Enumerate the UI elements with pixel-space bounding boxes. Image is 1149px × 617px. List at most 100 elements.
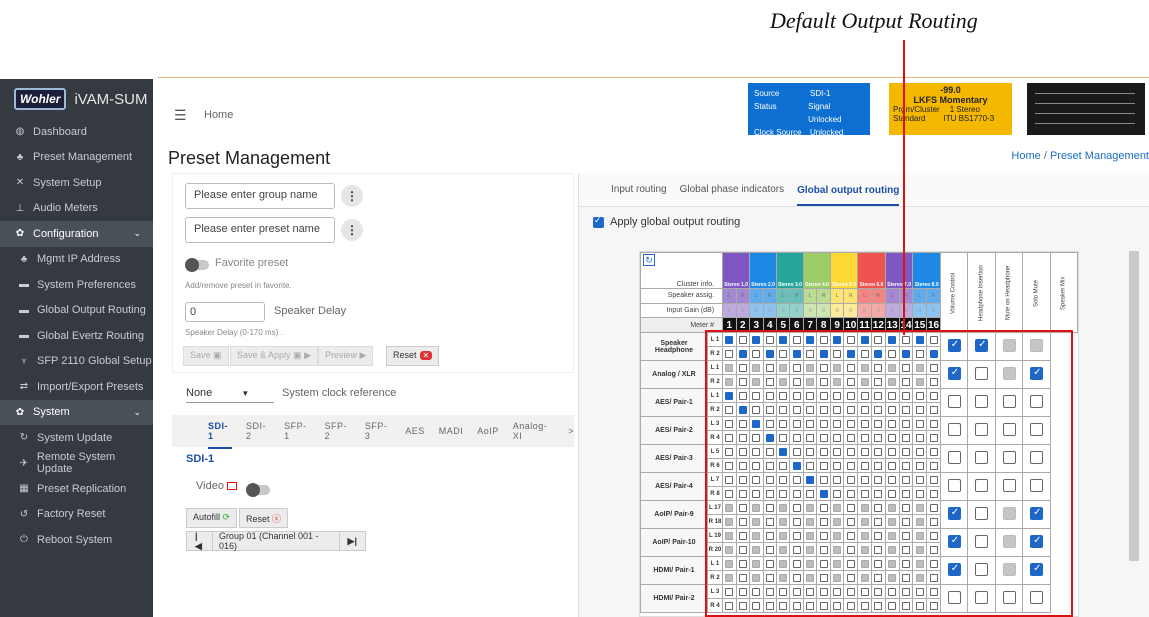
exchange-icon: ⇄: [19, 381, 29, 393]
column-header: Volume Control: [940, 252, 968, 333]
speaker-assign-cell: 0: [802, 302, 818, 319]
save-apply-button[interactable]: Save & Apply ▣ ▶: [230, 346, 318, 366]
speaker-assign-cell: 0: [816, 302, 831, 319]
speaker-assign-cell: 0: [749, 302, 764, 319]
speaker-delay-label: Speaker Delay: [274, 305, 347, 317]
tab-sdi-1[interactable]: SDI-1: [208, 421, 233, 449]
video-toggle[interactable]: [246, 483, 270, 497]
lkfs-value: -99.0: [940, 85, 961, 95]
copy-icon: ▦: [19, 483, 29, 495]
sidebar-item-mgmt-ip-address[interactable]: ♣ Mgmt IP Address: [0, 247, 153, 273]
sidebar-item-label: Remote System Update: [36, 451, 116, 476]
speaker-assign-cell: 0: [775, 302, 791, 319]
output-row-label: AES/ Pair-1: [640, 388, 708, 417]
signal-status-panel: Source SDI-1 Status Signal Unlocked Clock …: [748, 83, 870, 137]
tab-sfp-2[interactable]: SFP-2: [324, 421, 350, 441]
sidebar-item-global-evertz-routing[interactable]: ▬ Global Evertz Routing: [0, 323, 153, 349]
output-row-label: AES/ Pair-2: [640, 416, 708, 445]
sidebar-item-remote-system-update[interactable]: ✈ Remote System Update: [0, 451, 153, 477]
output-row-label: Analog / XLR: [640, 360, 708, 389]
apply-global-routing-label: Apply global output routing: [610, 216, 741, 228]
brand[interactable]: Wohler iVAM-SUM: [0, 79, 153, 119]
save-button[interactable]: Save ▣: [183, 346, 229, 366]
sidebar-item-import-export-presets[interactable]: ⇄ Import/Export Presets: [0, 374, 153, 400]
column-header: Solo Mute: [1022, 252, 1051, 333]
sidebar-item-system[interactable]: ✿ System ⌄: [0, 399, 153, 425]
annotation-pointer-line: [903, 40, 905, 335]
hamburger-menu-icon[interactable]: ☰: [174, 107, 187, 124]
tab-input-routing[interactable]: Input routing: [611, 184, 667, 195]
tab-sdi-2[interactable]: SDI-2: [246, 421, 270, 441]
sdi-reset-button[interactable]: Reset ⓧ: [239, 508, 289, 528]
preset-options-icon[interactable]: ⋮: [341, 219, 363, 241]
sidebar-item-preset-management[interactable]: ♣ Preset Management: [0, 145, 153, 171]
next-page-icon[interactable]: ▶|: [340, 536, 365, 547]
tab-analog-xi[interactable]: Analog-XI: [513, 421, 554, 441]
speaker-assign-cell: 0: [912, 302, 928, 319]
cluster-info-cell: Stereo 2.0: [749, 251, 777, 290]
group-options-icon[interactable]: ⋮: [341, 185, 363, 207]
sidebar-item-global-output-routing[interactable]: ▬ Global Output Routing: [0, 298, 153, 324]
sidebar-item-reboot-system[interactable]: ⏻ Reboot System: [0, 527, 153, 553]
group-name-input[interactable]: Please enter group name: [185, 183, 335, 209]
home-link[interactable]: Home: [204, 109, 233, 121]
speaker-assign-cell: 0: [857, 302, 872, 319]
close-circle-icon: ⓧ: [272, 514, 282, 524]
sidebar-item-system-preferences[interactable]: ▬ System Preferences: [0, 272, 153, 298]
breadcrumb-home[interactable]: Home: [1011, 150, 1040, 162]
apply-global-routing-checkbox[interactable]: [593, 215, 604, 228]
cluster-info-cell: Stereo 5.0: [829, 251, 859, 290]
dashboard-icon: ◍: [15, 126, 25, 138]
sidebar-item-system-update[interactable]: ↻ System Update: [0, 425, 153, 451]
sidebar-item-sfp-2110-global-setup[interactable]: ♆ SFP 2110 Global Setup: [0, 349, 153, 375]
tab-aes[interactable]: AES: [405, 426, 425, 436]
preset-form-panel: Please enter group name ⋮ Please enter p…: [172, 173, 574, 373]
output-row-label: Speaker Headphone: [640, 332, 708, 361]
sidebar-item-preset-replication[interactable]: ▦ Preset Replication: [0, 476, 153, 502]
speaker-assign-cell: 0: [843, 302, 859, 319]
speaker-assign-cell: R: [816, 288, 831, 304]
sidebar-item-label: Preset Management: [33, 151, 133, 164]
output-row-label: HDMI/ Pair-2: [640, 584, 708, 613]
tools-icon: ✕: [15, 177, 25, 189]
group-label: Group 01 (Channel 001 - 016): [211, 531, 340, 551]
reset-button[interactable]: Reset ✕: [386, 346, 440, 366]
sidebar-item-configuration[interactable]: ✿ Configuration ⌄: [0, 221, 153, 247]
clock-reference-select[interactable]: None ▼: [186, 387, 274, 403]
header-accent-line: [158, 77, 1149, 78]
first-page-icon[interactable]: |◀: [187, 531, 212, 552]
speaker-assign-cell: 0: [926, 302, 941, 319]
output-row-label: AoIP/ Pair-9: [640, 500, 708, 529]
matrix-info-label: Speaker assig.: [639, 288, 724, 304]
undo-icon: ↺: [19, 508, 29, 520]
tab-madi[interactable]: MADI: [439, 426, 464, 436]
favorite-toggle[interactable]: [185, 258, 209, 272]
autofill-button[interactable]: Autofill ⟳: [186, 508, 238, 528]
tab-global-output-routing[interactable]: Global output routing: [797, 175, 900, 206]
sidebar-item-system-setup[interactable]: ✕ System Setup: [0, 170, 153, 196]
preset-name-input[interactable]: Please enter preset name: [185, 217, 335, 243]
speaker-delay-input[interactable]: 0: [185, 302, 265, 322]
tab-global-phase-indicators[interactable]: Global phase indicators: [680, 184, 785, 195]
matrix-info-label: Input Gain (dB): [639, 302, 724, 319]
speaker-delay-hint: Speaker Delay (0-170 ms) .: [185, 328, 283, 337]
sidebar-item-audio-meters[interactable]: ⊥ Audio Meters: [0, 196, 153, 222]
sidebar-item-factory-reset[interactable]: ↺ Factory Reset: [0, 502, 153, 528]
caret-down-icon: ▼: [241, 389, 250, 398]
sidebar-item-dashboard[interactable]: ◍ Dashboard: [0, 119, 153, 145]
refresh-icon[interactable]: ↻: [643, 254, 655, 266]
tab-sfp-1[interactable]: SFP-1: [284, 421, 310, 441]
tab-aoip[interactable]: AoIP: [477, 426, 499, 436]
tab-sfp-3[interactable]: SFP-3: [365, 421, 391, 441]
lkfs-label: LKFS Momentary: [913, 95, 988, 105]
speaker-assign-cell: L: [829, 288, 845, 304]
preview-button[interactable]: Preview ▶: [318, 346, 374, 366]
loudness-panel: -99.0 LKFS Momentary Prgm/Cluster 1 Stere…: [889, 83, 1012, 135]
tabs-next-icon[interactable]: >: [568, 426, 574, 436]
speaker-assign-cell: R: [926, 288, 941, 304]
save-icon: ▣: [293, 350, 302, 360]
power-icon: ⏻: [20, 534, 28, 546]
sidebar-item-label: Global Output Routing: [37, 304, 146, 317]
apply-global-routing-row[interactable]: Apply global output routing: [593, 215, 741, 228]
vertical-scrollbar[interactable]: [1129, 251, 1139, 561]
